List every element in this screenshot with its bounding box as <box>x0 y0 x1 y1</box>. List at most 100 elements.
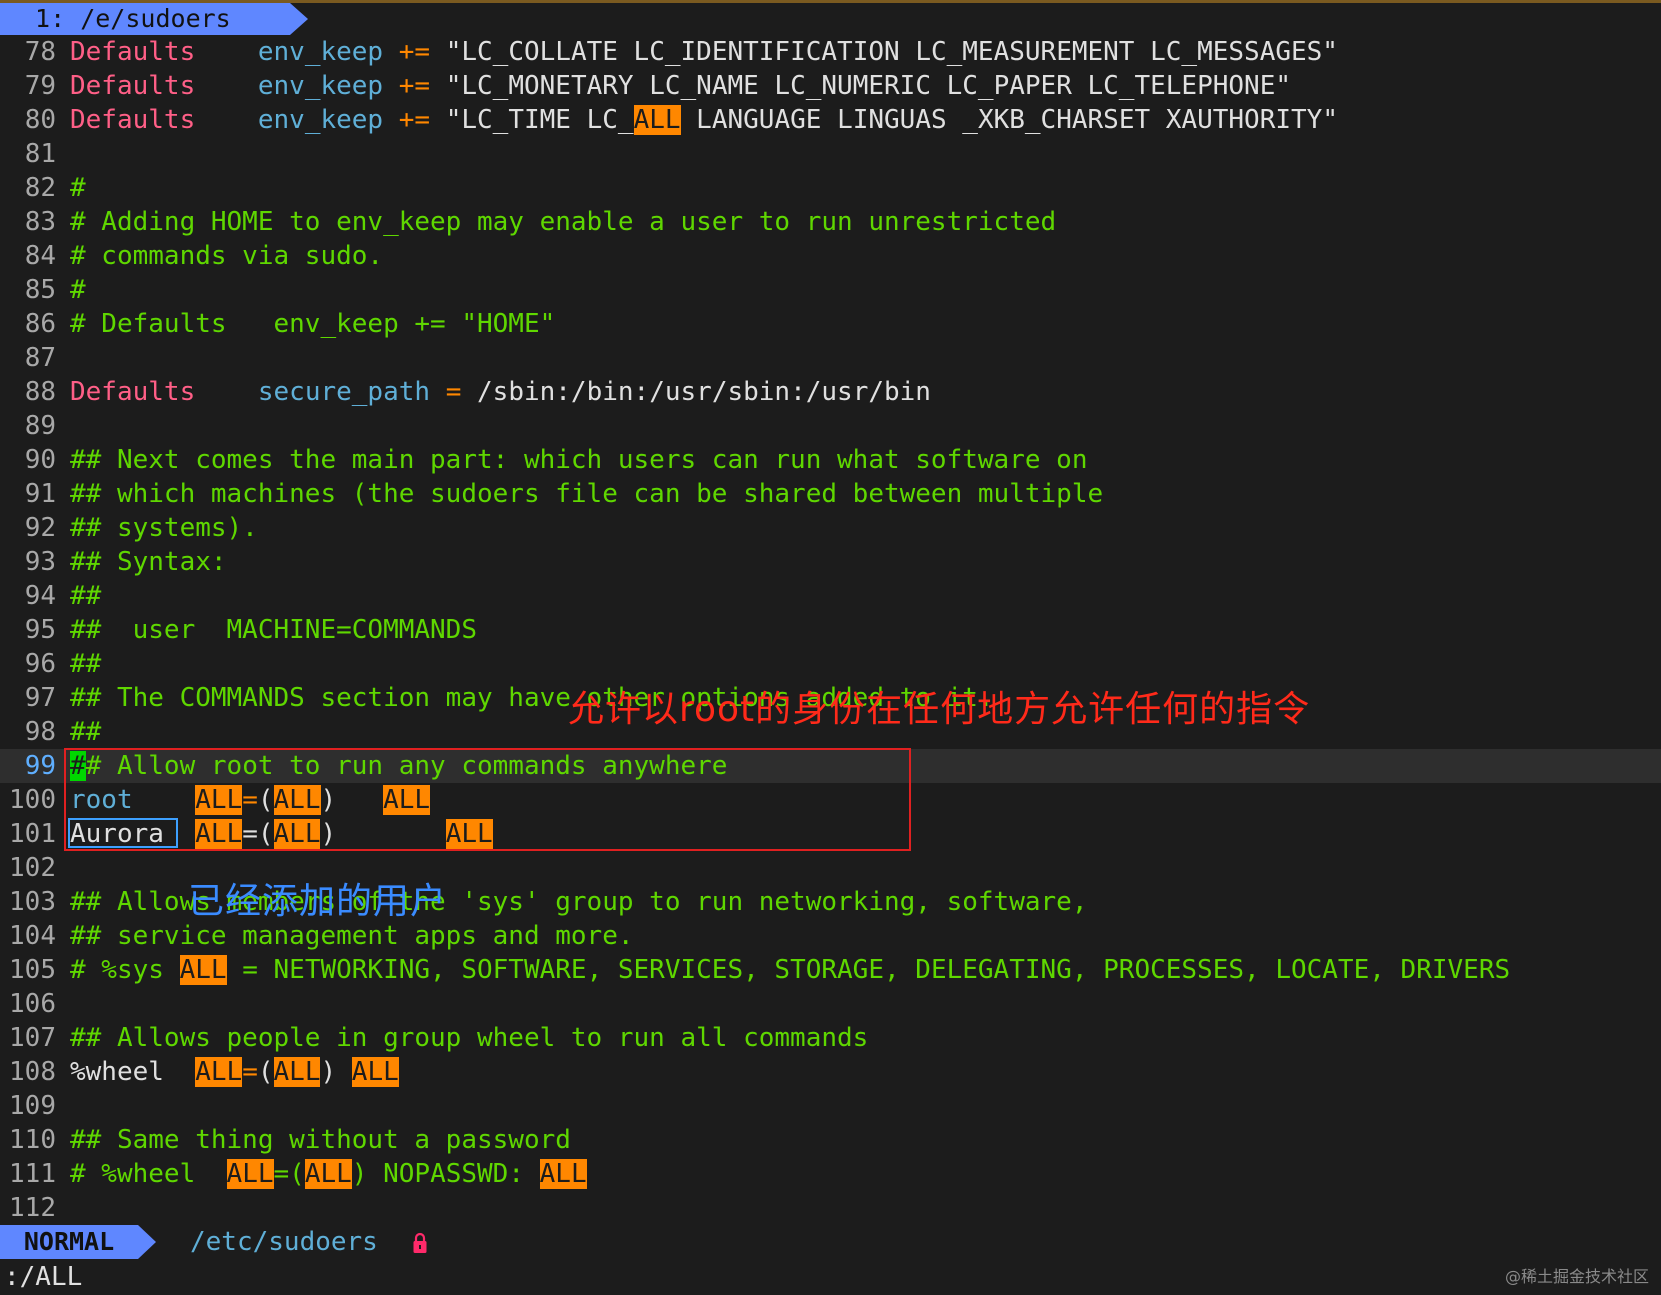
lock-icon <box>413 1232 427 1253</box>
code-token: # %wheel <box>70 1159 227 1189</box>
code-token: env_keep <box>257 105 384 135</box>
line-number: 85 <box>24 275 56 305</box>
code-token: # Defaults env_keep += "HOME" <box>70 309 556 339</box>
code-line[interactable]: 87 <box>0 341 1661 375</box>
watermark: @稀土掘金技术社区 <box>1504 1267 1649 1286</box>
code-token: += <box>398 105 431 135</box>
line-number: 95 <box>24 615 56 645</box>
line-text: ## <box>70 647 101 681</box>
line-number: 102 <box>9 853 56 883</box>
code-token: # %sys <box>70 955 180 985</box>
code-line[interactable]: 90 ## Next comes the main part: which use… <box>0 443 1661 477</box>
code-line[interactable]: 78 Defaults env_keep += "LC_COLLATE LC_ID… <box>0 35 1661 69</box>
line-text: # <box>70 171 86 205</box>
code-token: ## user MACHINE=COMMANDS <box>70 615 477 645</box>
code-line[interactable]: 108 %wheel ALL=(ALL) ALL <box>0 1055 1661 1089</box>
line-number: 80 <box>24 105 56 135</box>
code-line[interactable]: 79 Defaults env_keep += "LC_MONETARY LC_N… <box>0 69 1661 103</box>
mode-separator <box>138 1225 156 1259</box>
line-number: 87 <box>24 343 56 373</box>
line-number: 82 <box>24 173 56 203</box>
line-number: 97 <box>24 683 56 713</box>
line-number: 96 <box>24 649 56 679</box>
code-line[interactable]: 91 ## which machines (the sudoers file ca… <box>0 477 1661 511</box>
line-text: Defaults env_keep += "LC_MONETARY LC_NAM… <box>70 69 1291 103</box>
line-text: ## Same thing without a password <box>70 1123 571 1157</box>
code-token: # <box>70 275 86 305</box>
code-token: += <box>398 37 431 67</box>
statusline: NORMAL /etc/sudoers <box>0 1225 1661 1259</box>
line-text: ## Next comes the main part: which users… <box>70 443 1087 477</box>
command-line[interactable]: :/ALL <box>4 1261 82 1293</box>
line-number: 103 <box>9 887 56 917</box>
line-number: 105 <box>9 955 56 985</box>
code-line[interactable]: 107 ## Allows people in group wheel to ru… <box>0 1021 1661 1055</box>
line-text: %wheel ALL=(ALL) ALL <box>70 1055 399 1089</box>
code-line[interactable]: 85 # <box>0 273 1661 307</box>
code-token: env_keep <box>257 71 384 101</box>
annotation-user-box <box>68 818 178 848</box>
code-token: = NETWORKING, SOFTWARE, SERVICES, STORAG… <box>226 955 1511 985</box>
code-line[interactable]: 105 # %sys ALL = NETWORKING, SOFTWARE, SE… <box>0 953 1661 987</box>
code-line[interactable]: 93 ## Syntax: <box>0 545 1661 579</box>
line-number: 104 <box>9 921 56 951</box>
code-token: Defaults <box>70 105 196 135</box>
line-number: 91 <box>24 479 56 509</box>
line-number: 90 <box>24 445 56 475</box>
code-token: ## systems). <box>70 513 258 543</box>
code-token: ) NOPASSWD: <box>351 1159 540 1189</box>
line-number: 88 <box>24 377 56 407</box>
code-token: ## service management apps and more. <box>70 921 634 951</box>
code-line[interactable]: 86 # Defaults env_keep += "HOME" <box>0 307 1661 341</box>
line-number: 86 <box>24 309 56 339</box>
line-number: 79 <box>24 71 56 101</box>
code-line[interactable]: 80 Defaults env_keep += "LC_TIME LC_ALL L… <box>0 103 1661 137</box>
line-number: 94 <box>24 581 56 611</box>
line-number: 98 <box>24 717 56 747</box>
code-token: = <box>445 377 462 407</box>
code-line[interactable]: 110 ## Same thing without a password <box>0 1123 1661 1157</box>
line-number: 101 <box>9 819 56 849</box>
code-line[interactable]: 95 ## user MACHINE=COMMANDS <box>0 613 1661 647</box>
line-text: # Adding HOME to env_keep may enable a u… <box>70 205 1056 239</box>
line-text: ## <box>70 715 101 749</box>
line-text: ## systems). <box>70 511 258 545</box>
code-line[interactable]: 112 <box>0 1191 1661 1225</box>
code-line[interactable]: 82 # <box>0 171 1661 205</box>
code-token: env_keep <box>257 37 384 67</box>
search-match: ALL <box>195 1057 243 1087</box>
code-line[interactable]: 94 ## <box>0 579 1661 613</box>
code-line[interactable]: 104 ## service management apps and more. <box>0 919 1661 953</box>
line-number: 109 <box>9 1091 56 1121</box>
code-line[interactable]: 109 <box>0 1089 1661 1123</box>
search-match: ALL <box>226 1159 274 1189</box>
line-text: # %wheel ALL=(ALL) NOPASSWD: ALL <box>70 1157 587 1191</box>
code-line[interactable]: 89 <box>0 409 1661 443</box>
code-line[interactable]: 83 # Adding HOME to env_keep may enable a… <box>0 205 1661 239</box>
code-line[interactable]: 88 Defaults secure_path = /sbin:/bin:/usr… <box>0 375 1661 409</box>
code-token: ## <box>70 581 102 611</box>
line-number: 78 <box>24 37 56 67</box>
search-match: ALL <box>304 1159 352 1189</box>
code-line[interactable]: 92 ## systems). <box>0 511 1661 545</box>
code-token: # commands via sudo. <box>70 241 384 271</box>
code-line[interactable]: 111 # %wheel ALL=(ALL) NOPASSWD: ALL <box>0 1157 1661 1191</box>
editor-buffer[interactable]: 78 Defaults env_keep += "LC_COLLATE LC_ID… <box>0 35 1661 1225</box>
tab-sudoers[interactable]: 1: /e/sudoers <box>0 3 290 35</box>
code-token: ## which machines (the sudoers file can … <box>70 479 1104 509</box>
code-line[interactable]: 81 <box>0 137 1661 171</box>
code-line[interactable]: 106 <box>0 987 1661 1021</box>
code-line[interactable]: 96 ## <box>0 647 1661 681</box>
annotation-blue-note: 已经添加的用户 <box>188 881 448 922</box>
code-line[interactable]: 84 # commands via sudo. <box>0 239 1661 273</box>
code-token: =( <box>273 1159 305 1189</box>
line-text: # commands via sudo. <box>70 239 383 273</box>
search-match: ALL <box>273 1057 321 1087</box>
line-number: 112 <box>9 1193 56 1223</box>
line-text: Defaults secure_path = /sbin:/bin:/usr/s… <box>70 375 931 409</box>
